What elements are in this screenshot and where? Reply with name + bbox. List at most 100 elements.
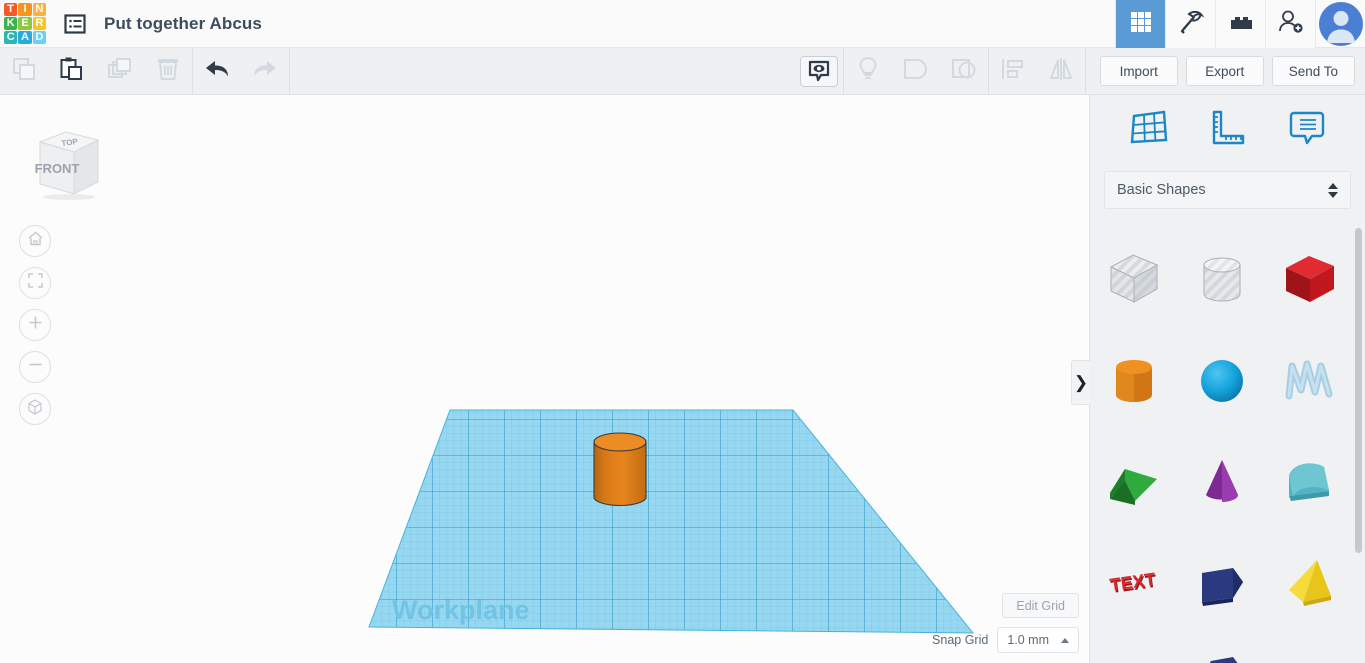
ortho-perspective-button[interactable] (19, 393, 51, 425)
import-button[interactable]: Import (1099, 56, 1178, 86)
edit-grid-button[interactable]: Edit Grid (1002, 593, 1079, 618)
home-view-button[interactable] (19, 225, 51, 257)
mirror-icon (1047, 57, 1075, 86)
delete-icon (155, 56, 181, 87)
snap-grid-select[interactable]: 1.0 mm (997, 627, 1079, 653)
panel-collapse-toggle[interactable]: ❯ (1071, 360, 1090, 405)
paste-button[interactable] (48, 48, 96, 94)
duplicate-button[interactable] (96, 48, 144, 94)
blocks-button[interactable] (1215, 0, 1265, 48)
panel-scrollbar[interactable] (1355, 228, 1362, 553)
visibility-button[interactable] (795, 48, 843, 94)
logo-tile: E (18, 16, 32, 31)
align-button[interactable] (989, 48, 1037, 94)
workplane-tool-button[interactable] (1120, 104, 1176, 156)
ruler-tool-button[interactable] (1199, 104, 1255, 156)
shape-text[interactable]: TEXT TEXT (1090, 532, 1178, 633)
pickaxe-icon (1177, 8, 1205, 41)
view-nav-buttons (19, 225, 51, 425)
chevron-right-icon: ❯ (1073, 372, 1089, 392)
note-tool-button[interactable] (1279, 104, 1335, 156)
mirror-button[interactable] (1037, 48, 1085, 94)
shape-sphere[interactable] (1178, 330, 1266, 431)
shape-box-hole[interactable] (1090, 229, 1178, 330)
invite-button[interactable] (1265, 0, 1315, 48)
snap-grid-value: 1.0 mm (1007, 633, 1049, 647)
ungroup-button[interactable] (940, 48, 988, 94)
shape-box[interactable] (1266, 229, 1354, 330)
fit-brackets-icon (27, 272, 44, 294)
shape-library-select[interactable]: Basic Shapes (1104, 171, 1351, 209)
orange-cylinder[interactable] (593, 432, 647, 507)
tinker-button[interactable] (1165, 0, 1215, 48)
logo-tile: K (4, 16, 18, 31)
page-title: Put together Abcus (104, 13, 262, 33)
note-icon (1285, 106, 1329, 155)
shapes-grid: TEXT TEXT (1090, 223, 1365, 663)
logo-tile: A (18, 31, 32, 45)
redo-icon (250, 56, 280, 87)
visibility-eye-icon (799, 55, 838, 87)
logo-tile: C (4, 31, 18, 45)
clipboard-tools (0, 48, 192, 94)
shape-cone[interactable] (1178, 431, 1266, 532)
shape-roof[interactable] (1090, 431, 1178, 532)
3d-canvas[interactable]: Workplane TOP FRONT Edit Grid Snap Grid … (0, 95, 1089, 663)
history-tools (193, 48, 289, 94)
plus-icon (27, 314, 44, 336)
logo-tile: D (32, 31, 46, 45)
copy-icon (11, 56, 37, 87)
shape-hexagon[interactable] (1178, 633, 1266, 663)
lightbulb-icon (856, 56, 880, 87)
shape-scribble[interactable] (1266, 330, 1354, 431)
undo-button[interactable] (193, 48, 241, 94)
ruler-icon (1205, 106, 1249, 155)
shape-row (1090, 633, 1365, 663)
panel-tool-icons (1090, 95, 1365, 165)
shape-half-cylinder[interactable] (1266, 431, 1354, 532)
group-button[interactable] (892, 48, 940, 94)
user-avatar[interactable] (1315, 0, 1365, 48)
apps-grid-button[interactable] (1115, 0, 1165, 48)
view-cube[interactable]: TOP FRONT (22, 120, 106, 200)
tinkercad-logo[interactable]: T I N K E R C A D (2, 1, 48, 47)
snap-grid-row: Snap Grid 1.0 mm (932, 627, 1079, 653)
group-icon (902, 56, 930, 87)
undo-icon (202, 56, 232, 87)
copy-button[interactable] (0, 48, 48, 94)
tinkercad-app: T I N K E R C A D Put together Abcus Imp… (0, 0, 1365, 663)
ungroup-icon (950, 56, 978, 87)
shape-polygon-prism[interactable] (1178, 532, 1266, 633)
view-tools (795, 48, 1085, 94)
paste-icon (59, 56, 85, 87)
shapes-panel: ❯ Basic Shapes TEXT TEXT (1071, 95, 1365, 663)
chevron-updown-icon (1328, 182, 1338, 198)
hide-button[interactable] (844, 48, 892, 94)
shape-pyramid[interactable] (1266, 532, 1354, 633)
redo-button[interactable] (241, 48, 289, 94)
logo-tile: R (32, 16, 46, 31)
logo-tile: N (32, 2, 46, 16)
delete-button[interactable] (144, 48, 192, 94)
shape-heart[interactable] (1090, 633, 1178, 663)
workplane-scene[interactable]: Workplane (0, 95, 1089, 663)
duplicate-icon (107, 56, 133, 87)
logo-tile: I (18, 2, 32, 16)
zoom-out-button[interactable] (19, 351, 51, 383)
send-to-button[interactable]: Send To (1271, 56, 1355, 86)
blocks-brick-icon (1228, 11, 1254, 38)
list-menu-icon[interactable] (60, 9, 90, 39)
add-person-icon (1277, 9, 1305, 40)
export-button[interactable]: Export (1185, 56, 1264, 86)
zoom-in-button[interactable] (19, 309, 51, 341)
shape-library-value: Basic Shapes (1117, 182, 1206, 198)
shape-row (1090, 330, 1365, 431)
fit-view-button[interactable] (19, 267, 51, 299)
shape-row (1090, 431, 1365, 532)
apps-grid-icon (1128, 9, 1154, 40)
shape-cylinder-hole[interactable] (1178, 229, 1266, 330)
shape-round-roof[interactable] (1266, 633, 1354, 663)
shape-row: TEXT TEXT (1090, 532, 1365, 633)
shape-cylinder[interactable] (1090, 330, 1178, 431)
